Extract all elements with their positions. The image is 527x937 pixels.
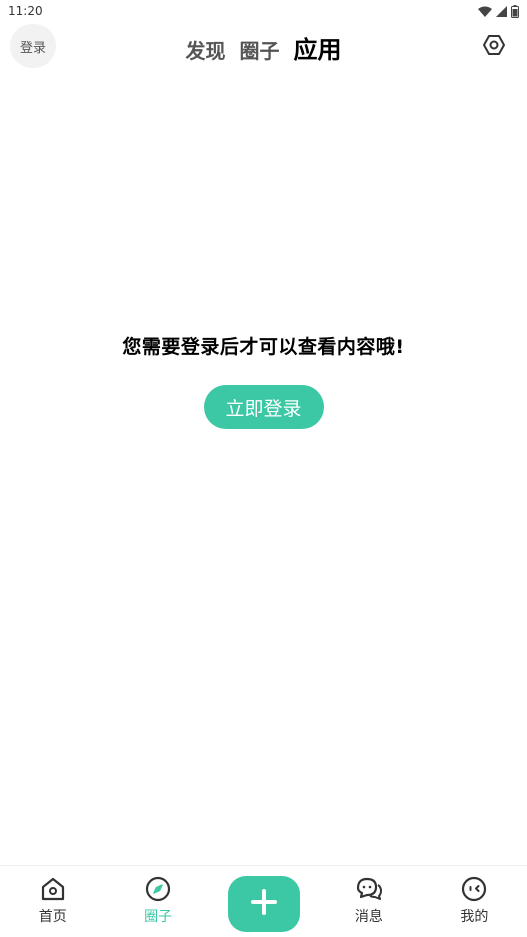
chat-bubbles-icon xyxy=(354,874,384,904)
nav-label-circle: 圈子 xyxy=(144,909,173,925)
tab-circle[interactable]: 圈子 xyxy=(240,35,280,64)
tab-discover[interactable]: 发现 xyxy=(186,35,226,64)
nav-item-me[interactable]: 我的 xyxy=(422,865,527,937)
top-header: 登录 发现 圈子 应用 xyxy=(0,22,527,72)
top-tabs: 发现 圈子 应用 xyxy=(0,30,527,65)
login-required-panel: 您需要登录后才可以查看内容哦! 立即登录 xyxy=(0,332,527,429)
nav-label-messages: 消息 xyxy=(354,909,383,925)
nav-label-home: 首页 xyxy=(38,909,67,925)
hexagon-settings-icon xyxy=(482,33,506,61)
nav-label-me: 我的 xyxy=(460,909,489,925)
login-required-message: 您需要登录后才可以查看内容哦! xyxy=(122,336,405,358)
face-icon xyxy=(459,874,489,904)
compass-icon xyxy=(143,874,173,904)
nav-item-circle[interactable]: 圈子 xyxy=(105,865,210,937)
plus-icon xyxy=(248,886,280,922)
battery-icon xyxy=(511,4,519,18)
nav-item-add xyxy=(211,865,316,937)
app-screen: 11:20 登录 发现 圈子 应用 您需要登录后才可以查看内容哦! 立即登录 首… xyxy=(0,0,527,937)
wifi-icon xyxy=(478,6,492,17)
add-post-button[interactable] xyxy=(227,876,300,932)
signal-icon xyxy=(496,5,507,17)
status-bar: 11:20 xyxy=(0,0,527,22)
nav-item-messages[interactable]: 消息 xyxy=(316,865,421,937)
status-icons xyxy=(478,4,519,18)
home-icon xyxy=(38,874,68,904)
tab-apps[interactable]: 应用 xyxy=(294,30,342,65)
nav-item-home[interactable]: 首页 xyxy=(0,865,105,937)
login-now-button[interactable]: 立即登录 xyxy=(203,385,324,429)
bottom-nav: 首页 圈子 消息 我的 xyxy=(0,865,527,937)
status-time: 11:20 xyxy=(8,4,43,18)
settings-button[interactable] xyxy=(481,34,507,60)
